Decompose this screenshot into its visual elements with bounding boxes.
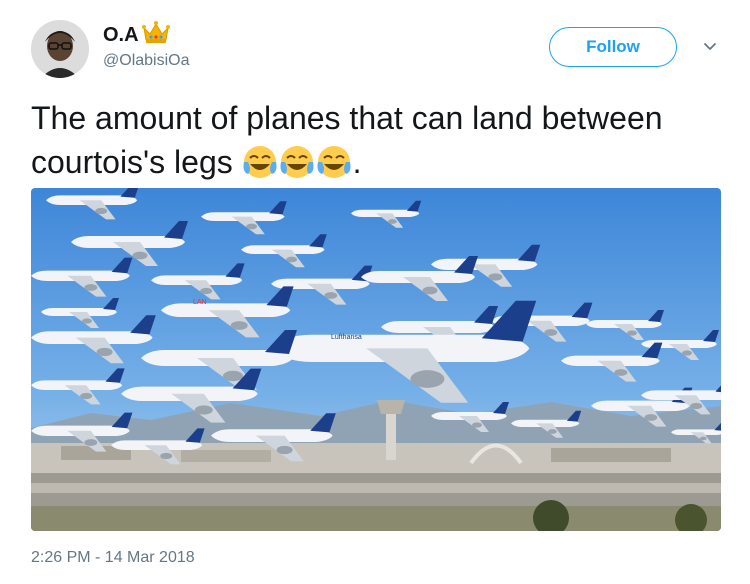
tweet-timestamp[interactable]: 2:26 PM - 14 Mar 2018	[31, 549, 195, 567]
face-with-tears-of-joy-icon	[280, 146, 314, 178]
avatar[interactable]	[31, 20, 89, 78]
tweet-photo[interactable]: LAN Lufthansa	[31, 188, 721, 531]
display-name[interactable]: O.A	[103, 24, 139, 47]
chevron-down-icon[interactable]	[700, 36, 720, 56]
lufthansa-livery-text: Lufthansa	[331, 334, 362, 341]
follow-button[interactable]: Follow	[549, 27, 677, 67]
lan-livery-text: LAN	[193, 299, 207, 306]
profile-photo	[31, 20, 89, 78]
planes-landing-image: LAN Lufthansa	[31, 188, 721, 531]
face-with-tears-of-joy-icon	[243, 146, 277, 178]
face-with-tears-of-joy-icon	[317, 146, 351, 178]
crown-icon	[142, 21, 170, 43]
user-handle[interactable]: @OlabisiOa	[103, 52, 190, 70]
tweet-period: .	[352, 144, 362, 180]
tweet-text: The amount of planes that can land betwe…	[31, 96, 731, 184]
